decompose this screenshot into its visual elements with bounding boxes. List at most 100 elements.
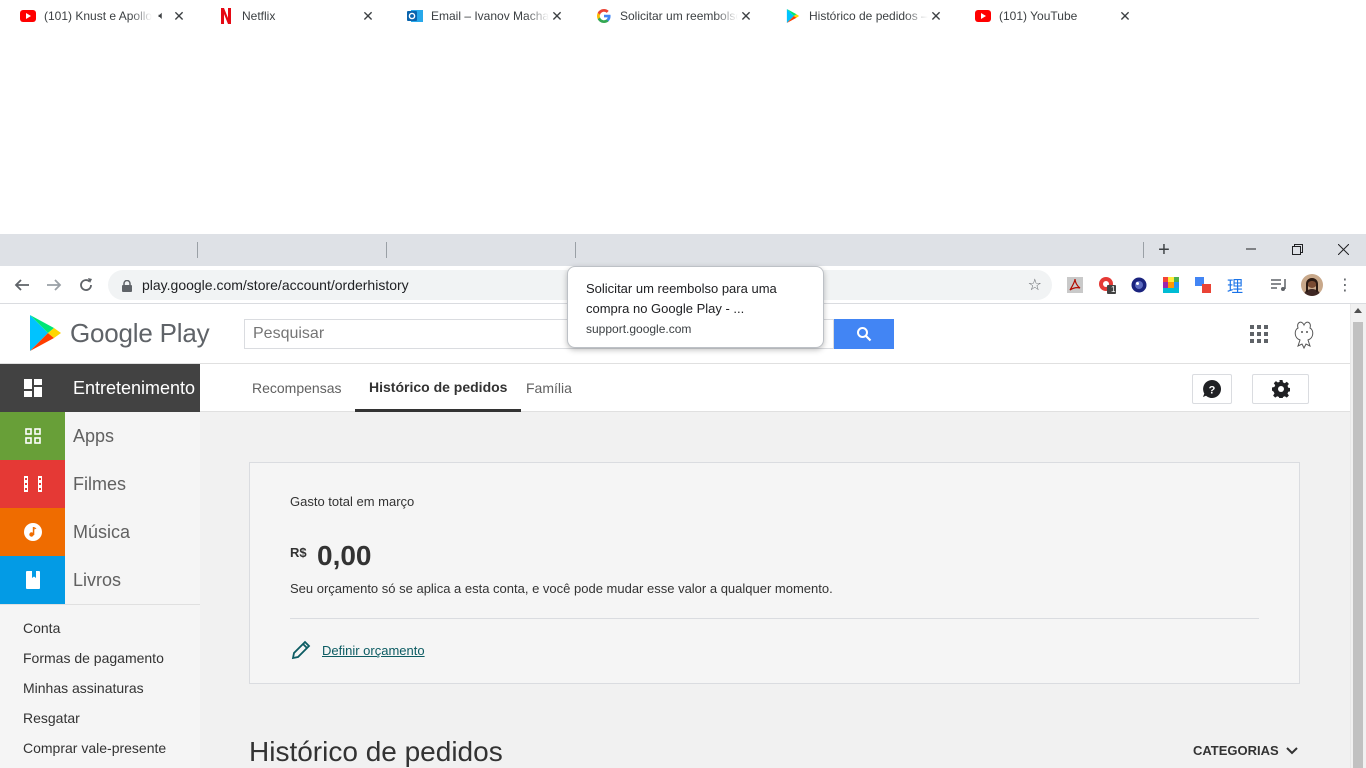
tab-separator — [386, 242, 387, 258]
categories-dropdown[interactable]: CATEGORIAS — [1193, 743, 1299, 758]
nav-label: Entretenimento — [73, 377, 196, 398]
apps-icon — [0, 412, 65, 460]
tooltip-domain: support.google.com — [586, 322, 692, 336]
youtube-icon — [20, 8, 36, 24]
extension-badge-icon[interactable]: 1 — [1098, 276, 1116, 294]
link-resgatar[interactable]: Resgatar — [23, 710, 80, 726]
set-budget-link[interactable]: Definir orçamento — [322, 643, 425, 658]
tab-separator — [197, 242, 198, 258]
close-icon[interactable]: ✕ — [549, 8, 565, 24]
tab-separator — [575, 242, 576, 258]
lock-icon[interactable] — [122, 279, 132, 292]
colorpicker-extension-icon[interactable] — [1162, 276, 1180, 294]
help-icon: ? — [1203, 380, 1221, 398]
url-text: play.google.com/store/account/orderhisto… — [142, 277, 409, 293]
scrollbar-thumb[interactable] — [1353, 322, 1363, 768]
tab-youtube[interactable]: (101) YouTube ✕ — [955, 0, 1143, 32]
media-control-icon[interactable] — [1270, 276, 1288, 294]
card-divider — [290, 618, 1259, 619]
order-history-heading: Histórico de pedidos — [249, 736, 503, 767]
dashboard-icon — [0, 364, 65, 412]
tab-netflix[interactable]: Netflix ✕ — [198, 0, 386, 32]
speaker-icon[interactable]: 🔈︎ — [158, 10, 165, 23]
close-window-button[interactable] — [1320, 234, 1366, 264]
translate-extension-icon[interactable] — [1194, 276, 1212, 294]
tab-title: Netflix — [242, 9, 276, 23]
close-icon[interactable]: ✕ — [928, 8, 944, 24]
outlook-icon — [407, 8, 423, 24]
google-play-logo[interactable]: Google Play — [28, 314, 210, 352]
pencil-icon[interactable] — [290, 639, 312, 661]
blank-area — [0, 0, 1366, 234]
link-vale-presente[interactable]: Comprar vale-presente — [23, 740, 166, 756]
link-formas-pagamento[interactable]: Formas de pagamento — [23, 650, 164, 666]
music-icon — [0, 508, 65, 556]
tab-familia[interactable]: Família — [512, 364, 586, 412]
budget-note: Seu orçamento só se aplica a esta conta,… — [290, 581, 833, 596]
help-button[interactable]: ? — [1192, 374, 1232, 404]
book-icon — [0, 556, 65, 604]
google-icon — [596, 8, 612, 24]
pdf-extension-icon[interactable] — [1066, 276, 1084, 294]
google-play-icon — [785, 8, 801, 24]
nav-label: Música — [73, 521, 131, 542]
camera-extension-icon[interactable] — [1130, 276, 1148, 294]
nav-filmes[interactable]: Filmes — [0, 460, 200, 508]
budget-currency: R$ — [290, 545, 307, 560]
gear-icon — [1271, 380, 1290, 398]
bookmark-star-icon[interactable]: ☆ — [1028, 275, 1042, 295]
close-icon[interactable]: ✕ — [171, 8, 187, 24]
scroll-up-arrow[interactable] — [1354, 308, 1362, 313]
badge-count: 1 — [1111, 285, 1116, 294]
dictionary-extension-icon[interactable]: 理 — [1226, 276, 1244, 296]
film-icon — [0, 460, 65, 508]
categories-label: CATEGORIAS — [1193, 743, 1279, 758]
youtube-icon — [975, 8, 991, 24]
reload-icon[interactable] — [74, 273, 98, 297]
netflix-icon — [218, 8, 234, 24]
new-tab-button[interactable]: + — [1153, 239, 1175, 261]
chevron-down-icon — [1286, 746, 1298, 754]
tab-reembolso[interactable]: Solicitar um reembolso ✕ — [576, 0, 764, 32]
nav-entretenimento[interactable]: Entretenimento — [0, 364, 200, 412]
close-icon[interactable]: ✕ — [1117, 8, 1133, 24]
apps-grid-icon[interactable] — [1250, 325, 1268, 343]
link-assinaturas[interactable]: Minhas assinaturas — [23, 680, 144, 696]
tab-email[interactable]: Email – Ivanov Machado ✕ — [387, 0, 575, 32]
nav-label: Livros — [73, 569, 122, 590]
close-icon[interactable]: ✕ — [360, 8, 376, 24]
budget-title: Gasto total em março — [290, 494, 415, 509]
settings-button[interactable] — [1252, 374, 1309, 404]
nav-livros[interactable]: Livros — [0, 556, 200, 604]
nav-label: Apps — [73, 425, 115, 446]
close-icon[interactable]: ✕ — [738, 8, 754, 24]
tab-title: Email – Ivanov Machado — [431, 9, 549, 23]
nav-label: Filmes — [73, 473, 126, 494]
tab-title: (101) Knust e Apollo — [44, 9, 153, 23]
search-button[interactable] — [834, 319, 894, 349]
tab-title: (101) YouTube — [999, 9, 1078, 23]
forward-icon[interactable] — [42, 273, 66, 297]
nav-apps[interactable]: Apps — [0, 412, 200, 460]
tab-historico[interactable]: Histórico de pedidos – Google Play ✕ — [765, 0, 954, 32]
tab-historico-pedidos[interactable]: Histórico de pedidos — [355, 364, 522, 412]
nav-musica[interactable]: Música — [0, 508, 200, 556]
account-avatar[interactable] — [1288, 318, 1320, 350]
menu-dots-icon[interactable]: ⋮ — [1336, 276, 1354, 294]
budget-amount: 0,00 — [317, 540, 372, 571]
tab-title: Solicitar um reembolso — [620, 9, 738, 23]
tab-recompensas[interactable]: Recompensas — [238, 364, 356, 412]
link-conta[interactable]: Conta — [23, 620, 60, 636]
search-icon — [857, 327, 872, 342]
logo-text: Google Play — [70, 317, 210, 348]
play-triangle-icon — [30, 315, 61, 351]
tab-knust[interactable]: (101) Knust e Apollo 🔈︎ ✕ — [0, 0, 197, 32]
tooltip-title: Solicitar um reembolso para uma compra n… — [586, 281, 777, 316]
svg-text:?: ? — [1209, 385, 1216, 397]
back-icon[interactable] — [10, 273, 34, 297]
profile-avatar[interactable] — [1301, 274, 1323, 296]
tab-hover-tooltip: Solicitar um reembolso para uma compra n… — [567, 266, 824, 348]
tab-title: Histórico de pedidos – Google Play — [809, 9, 928, 23]
minimize-button[interactable] — [1228, 234, 1274, 264]
restore-button[interactable] — [1274, 234, 1320, 264]
